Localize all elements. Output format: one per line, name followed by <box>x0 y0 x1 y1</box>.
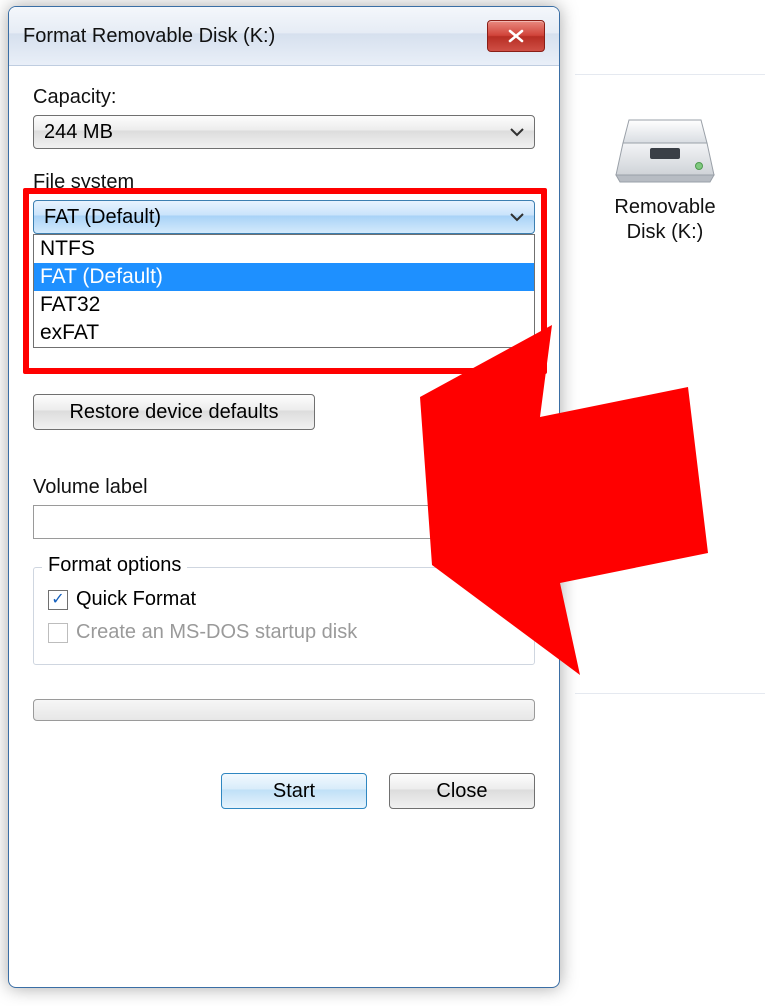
filesystem-value: FAT (Default) <box>44 206 161 229</box>
filesystem-dropdown[interactable]: FAT (Default) <box>33 200 535 234</box>
filesystem-label: File system <box>33 171 535 194</box>
msdos-row: Create an MS-DOS startup disk <box>48 621 520 644</box>
filesystem-option-fat32[interactable]: FAT32 <box>34 291 534 319</box>
start-button-label: Start <box>273 780 315 803</box>
drive-item-removable-k[interactable]: Removable Disk (K:) <box>590 115 740 245</box>
quick-format-label: Quick Format <box>76 588 196 611</box>
capacity-label: Capacity: <box>33 86 535 109</box>
drive-label-line1: Removable <box>590 195 740 220</box>
drive-label-line2: Disk (K:) <box>590 220 740 245</box>
filesystem-listbox[interactable]: NTFS FAT (Default) FAT32 exFAT <box>33 234 535 348</box>
format-dialog: Format Removable Disk (K:) Capacity: 244… <box>8 6 560 988</box>
msdos-checkbox <box>48 623 68 643</box>
close-window-button[interactable] <box>487 20 545 52</box>
start-button[interactable]: Start <box>221 773 367 809</box>
explorer-divider <box>575 74 765 75</box>
msdos-label: Create an MS-DOS startup disk <box>76 621 357 644</box>
capacity-dropdown[interactable]: 244 MB <box>33 115 535 149</box>
filesystem-option-fat[interactable]: FAT (Default) <box>34 263 534 291</box>
volume-label-input[interactable] <box>33 505 535 539</box>
filesystem-option-exfat[interactable]: exFAT <box>34 319 534 347</box>
check-icon: ✓ <box>51 592 64 608</box>
chevron-down-icon <box>510 212 524 222</box>
quick-format-row[interactable]: ✓ Quick Format <box>48 588 520 611</box>
format-options-title: Format options <box>42 554 187 577</box>
restore-defaults-button[interactable]: Restore device defaults <box>33 394 315 430</box>
titlebar[interactable]: Format Removable Disk (K:) <box>9 7 559 66</box>
close-button-label: Close <box>436 780 487 803</box>
removable-disk-icon <box>615 115 715 185</box>
chevron-down-icon <box>510 127 524 137</box>
explorer-divider <box>575 693 765 694</box>
filesystem-option-ntfs[interactable]: NTFS <box>34 235 534 263</box>
restore-defaults-label: Restore device defaults <box>69 401 278 424</box>
format-progress <box>33 699 535 721</box>
close-button[interactable]: Close <box>389 773 535 809</box>
volume-label-label: Volume label <box>33 476 535 499</box>
format-options-group: Format options ✓ Quick Format Create an … <box>33 567 535 665</box>
quick-format-checkbox[interactable]: ✓ <box>48 590 68 610</box>
dialog-title: Format Removable Disk (K:) <box>23 25 487 48</box>
capacity-value: 244 MB <box>44 121 113 144</box>
close-icon <box>507 29 525 43</box>
